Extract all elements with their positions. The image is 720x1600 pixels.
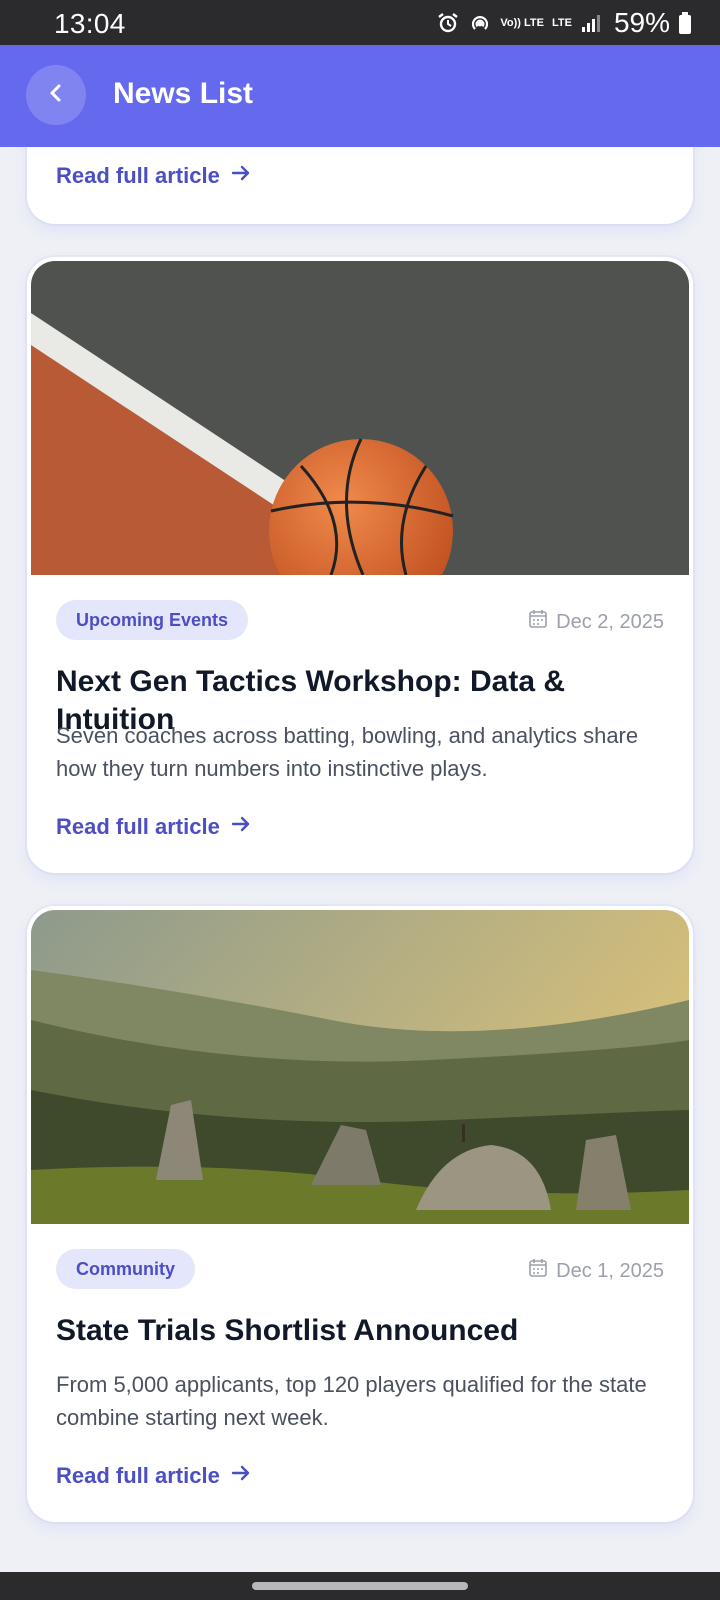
status-time: 13:04	[54, 8, 126, 39]
chevron-left-icon	[44, 81, 68, 110]
status-icons: Vo)) LTE LTE 59%	[436, 7, 692, 38]
article-date: Dec 1, 2025	[528, 1258, 664, 1284]
read-link-label: Read full article	[56, 163, 220, 188]
article-date: Dec 2, 2025	[528, 609, 664, 635]
calendar-icon	[528, 1258, 548, 1284]
read-full-article-link[interactable]: Read full article	[56, 162, 252, 190]
arrow-right-icon	[230, 1462, 252, 1490]
status-bar: 13:04 Vo)) LTE LTE 59%	[0, 0, 720, 45]
signal-icon	[580, 12, 602, 34]
navigation-bar	[0, 1572, 720, 1600]
alarm-icon	[436, 11, 460, 35]
back-button[interactable]	[26, 65, 86, 125]
article-image	[31, 261, 689, 575]
read-link-label: Read full article	[56, 814, 220, 839]
home-gesture-handle[interactable]	[252, 1582, 468, 1590]
article-card[interactable]: Upcoming Events Dec 2, 2025 Next Gen Tac…	[27, 257, 693, 873]
read-full-article-link[interactable]: Read full article	[56, 1462, 252, 1490]
category-badge: Community	[56, 1249, 195, 1289]
volte-icon: Vo)) LTE	[500, 17, 544, 29]
article-summary: From 5,000 applicants, top 120 players q…	[56, 1372, 647, 1430]
date-label: Dec 1, 2025	[556, 1259, 664, 1282]
battery-icon	[678, 11, 692, 35]
category-badge: Upcoming Events	[56, 600, 249, 640]
read-link-label: Read full article	[56, 1463, 220, 1488]
hotspot-icon	[468, 11, 492, 35]
article-card[interactable]: Community Dec 1, 2025 State Trials Short…	[27, 906, 693, 1522]
arrow-right-icon	[230, 162, 252, 190]
article-summary: Seven coaches across batting, bowling, a…	[56, 723, 639, 781]
lte-icon: LTE	[551, 17, 572, 29]
article-image	[31, 910, 689, 1224]
article-title[interactable]: State Trials Shortlist Announced	[56, 1312, 676, 1350]
battery-percent: 59%	[613, 7, 670, 38]
read-full-article-link[interactable]: Read full article	[56, 813, 252, 841]
page-title: News List	[113, 77, 254, 110]
arrow-right-icon	[230, 813, 252, 841]
date-label: Dec 2, 2025	[556, 610, 664, 633]
calendar-icon	[528, 609, 548, 635]
app-header: News List	[0, 45, 720, 147]
